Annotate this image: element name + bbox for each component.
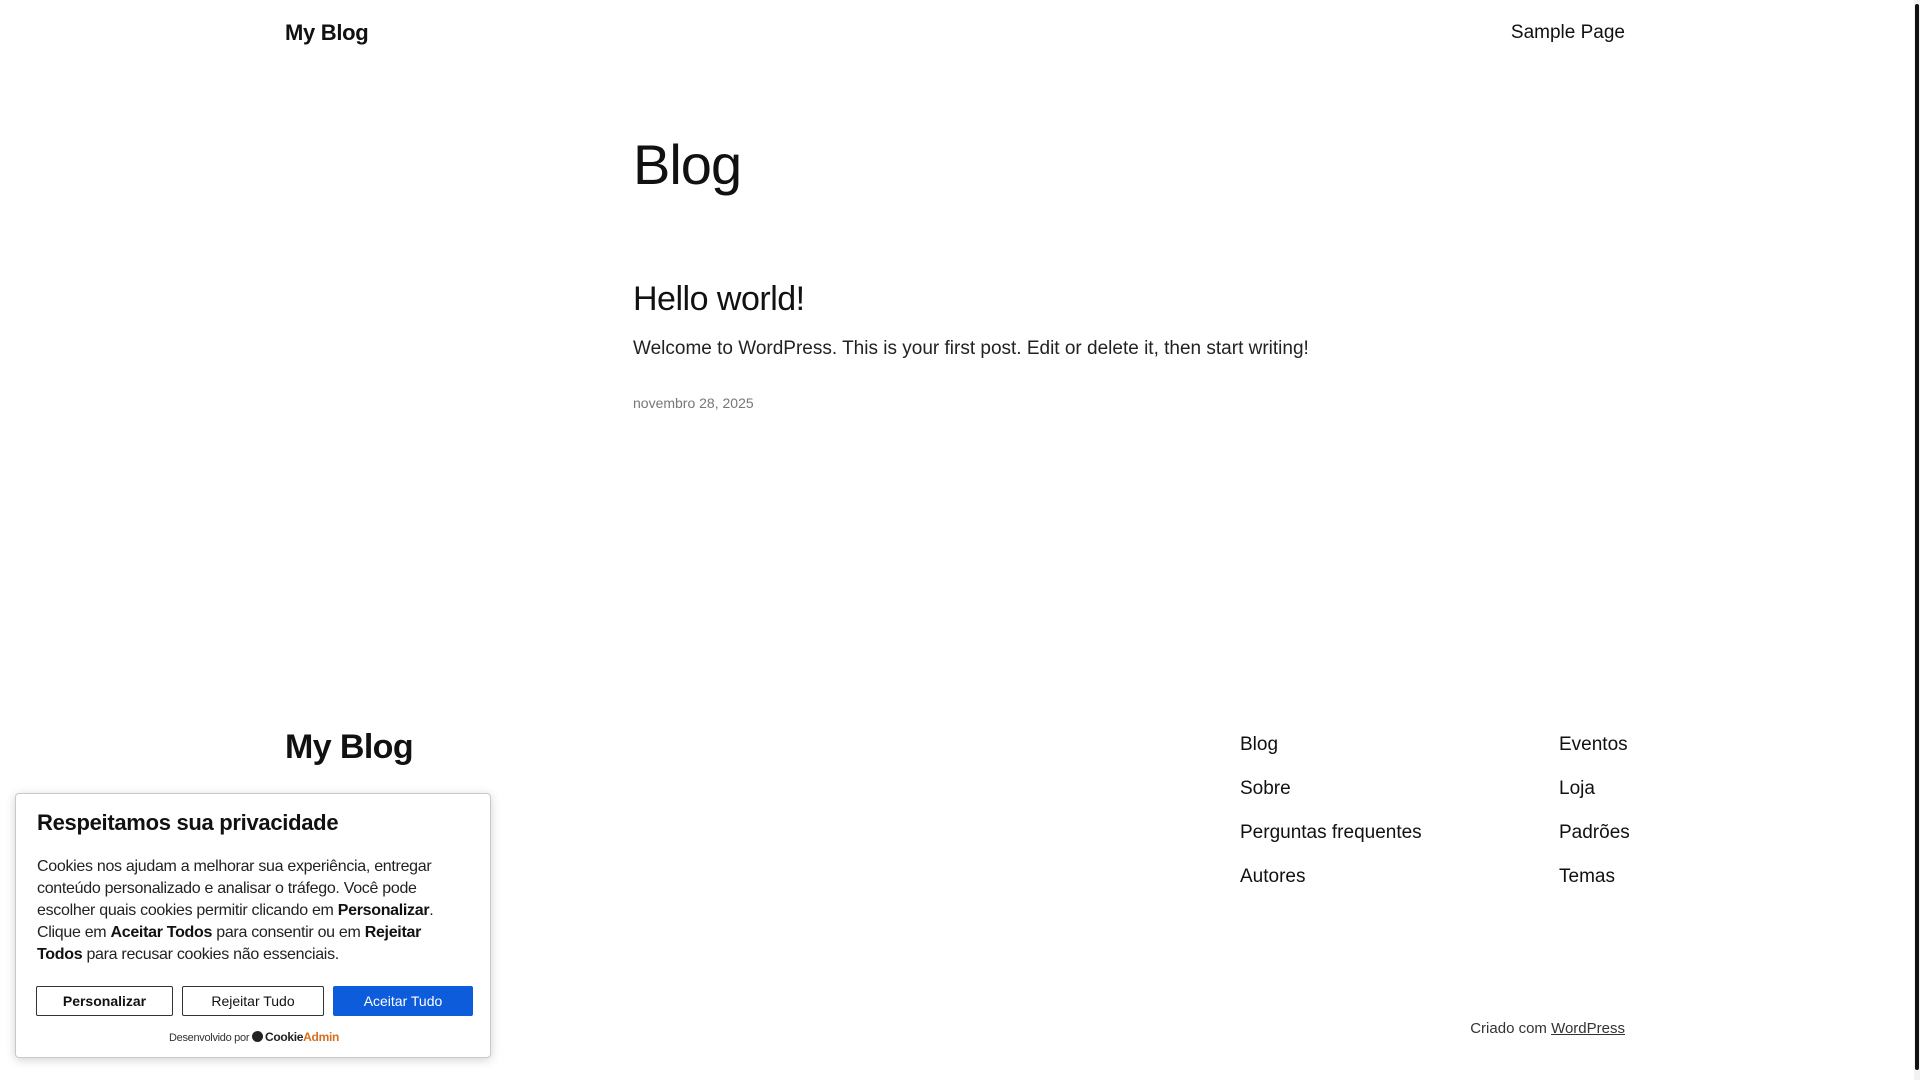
cookie-text-bold: Aceitar Todos [110,924,213,941]
footer-site-title[interactable]: My Blog [285,728,414,767]
brand-part-1: Cookie [264,1030,304,1044]
footer-credit: Criado com WordPress [1470,1020,1625,1037]
cookie-banner-text: Cookies nos ajudam a melhorar sua experi… [37,856,467,966]
cookie-consent-banner: Respeitamos sua privacidade Cookies nos … [15,793,491,1058]
cookie-text-bold: Personalizar [337,902,430,919]
post-date[interactable]: novembro 28, 2025 [633,395,754,411]
footer-link-blog[interactable]: Blog [1240,730,1422,774]
customize-button[interactable]: Personalizar [36,986,173,1016]
page-scrollbar[interactable] [1914,0,1920,1080]
header-nav: Sample Page [1511,22,1625,44]
footer-nav-column-2: Eventos Loja Padrões Temas [1559,730,1630,906]
scrollbar-thumb[interactable] [1915,4,1919,1070]
footer-link-sobre[interactable]: Sobre [1240,774,1422,818]
wordpress-link[interactable]: WordPress [1551,1020,1625,1037]
credit-prefix: Criado com [1470,1020,1552,1037]
powered-by: Desenvolvido por CookieAdmin [16,1030,492,1044]
post-excerpt: Welcome to WordPress. This is your first… [633,338,1309,359]
footer-link-temas[interactable]: Temas [1559,862,1630,906]
post-title-link[interactable]: Hello world! [633,280,805,319]
footer-link-loja[interactable]: Loja [1559,774,1630,818]
brand-part-2: Admin [303,1030,340,1044]
nav-link-sample-page[interactable]: Sample Page [1511,22,1625,43]
footer-link-eventos[interactable]: Eventos [1559,730,1630,774]
footer-link-faq[interactable]: Perguntas frequentes [1240,818,1422,862]
page-title: Blog [633,133,742,196]
footer-link-autores[interactable]: Autores [1240,862,1422,906]
footer-nav-column-1: Blog Sobre Perguntas frequentes Autores [1240,730,1422,906]
powered-by-label: Desenvolvido por [168,1032,250,1044]
accept-all-button[interactable]: Aceitar Tudo [333,986,473,1016]
cookie-banner-heading: Respeitamos sua privacidade [37,810,339,835]
site-title[interactable]: My Blog [285,20,369,46]
footer-link-padroes[interactable]: Padrões [1559,818,1630,862]
cookie-icon [251,1031,263,1042]
reject-all-button[interactable]: Rejeitar Tudo [182,986,324,1016]
cookie-text-part: para recusar cookies não essenciais. [82,946,339,963]
cookieadmin-logo[interactable]: CookieAdmin [251,1030,340,1044]
cookie-text-part: para consentir ou em [212,924,365,941]
